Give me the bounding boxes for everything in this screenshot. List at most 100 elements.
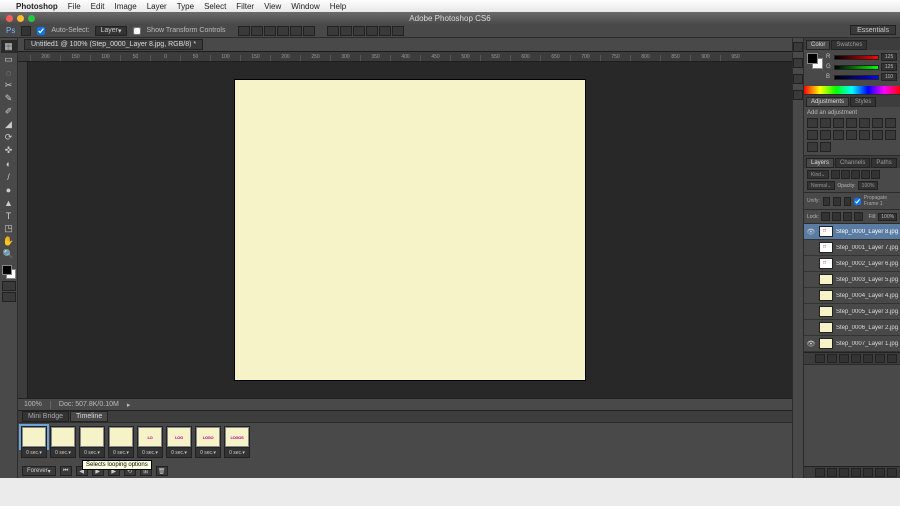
close-window-button[interactable] xyxy=(6,15,13,22)
timeline-frame[interactable]: LO0 sec.▾ xyxy=(137,426,163,458)
adjustment-icon[interactable] xyxy=(833,130,844,140)
ps-logo-icon[interactable]: Ps xyxy=(6,26,15,35)
tool-button[interactable]: ✂ xyxy=(1,79,17,92)
menu-select[interactable]: Select xyxy=(204,2,226,11)
menu-layer[interactable]: Layer xyxy=(147,2,167,11)
layer-thumbnail[interactable] xyxy=(819,274,833,285)
adjustment-icon[interactable] xyxy=(859,130,870,140)
dock-button[interactable] xyxy=(839,468,849,477)
adjustment-icon[interactable] xyxy=(820,130,831,140)
align-btn[interactable] xyxy=(290,26,302,36)
dist-btn[interactable] xyxy=(340,26,352,36)
g-value[interactable]: 125 xyxy=(881,63,897,71)
frame-duration[interactable]: 0 sec.▾ xyxy=(137,448,163,458)
frame-thumbnail[interactable]: LOG xyxy=(166,426,192,448)
zoom-level[interactable]: 100% xyxy=(24,401,42,408)
menu-app[interactable]: Photoshop xyxy=(16,2,58,11)
tool-button[interactable]: ⟳ xyxy=(1,131,17,144)
frame-thumbnail[interactable] xyxy=(50,426,76,448)
layer-thumbnail[interactable] xyxy=(819,226,833,237)
dist-btn[interactable] xyxy=(366,26,378,36)
tab-channels[interactable]: Channels xyxy=(835,158,870,168)
adjustment-icon[interactable] xyxy=(807,130,818,140)
tab-styles[interactable]: Styles xyxy=(850,97,876,107)
filter-btn[interactable] xyxy=(851,170,860,179)
layer-thumbnail[interactable] xyxy=(819,322,833,333)
link-layers-button[interactable] xyxy=(815,354,825,363)
color-spectrum[interactable] xyxy=(804,86,900,94)
layer-name[interactable]: Step_0003_Layer 5.jpg xyxy=(836,277,898,283)
dist-btn[interactable] xyxy=(392,26,404,36)
tool-button[interactable]: ◢ xyxy=(1,118,17,131)
visibility-toggle[interactable]: 👁 xyxy=(806,339,816,349)
frame-duration[interactable]: 0 sec.▾ xyxy=(50,448,76,458)
filter-btn[interactable] xyxy=(861,170,870,179)
tool-button[interactable]: ✋ xyxy=(1,235,17,248)
visibility-toggle[interactable] xyxy=(806,323,816,333)
color-swatches[interactable] xyxy=(2,265,16,279)
menu-type[interactable]: Type xyxy=(177,2,194,11)
dock-icon[interactable] xyxy=(793,74,803,84)
visibility-toggle[interactable] xyxy=(806,291,816,301)
adjustment-icon[interactable] xyxy=(846,130,857,140)
doc-size[interactable]: Doc: 507.8K/0.10M xyxy=(59,401,119,408)
adjustment-icon[interactable] xyxy=(807,142,818,152)
filter-btn[interactable] xyxy=(841,170,850,179)
frame-thumbnail[interactable] xyxy=(21,426,47,448)
tool-button[interactable]: ◌ xyxy=(1,66,17,79)
layer-filter-kind[interactable]: Kind ⌄ xyxy=(807,170,829,179)
layer-name[interactable]: Step_0002_Layer 6.jpg xyxy=(836,261,898,267)
adjustment-icon[interactable] xyxy=(846,118,857,128)
blend-mode-dropdown[interactable]: Normal ⌄ xyxy=(807,181,835,190)
layer-thumbnail[interactable] xyxy=(819,290,833,301)
r-slider[interactable] xyxy=(834,55,879,60)
lock-btn[interactable] xyxy=(854,212,863,221)
dist-btn[interactable] xyxy=(353,26,365,36)
visibility-toggle[interactable] xyxy=(806,275,816,285)
frame-thumbnail[interactable] xyxy=(79,426,105,448)
menu-window[interactable]: Window xyxy=(291,2,319,11)
align-btn[interactable] xyxy=(277,26,289,36)
first-frame-button[interactable]: ⏮ xyxy=(60,466,72,476)
layer-row[interactable]: Step_0001_Layer 7.jpg xyxy=(804,240,900,256)
layer-thumbnail[interactable] xyxy=(819,338,833,349)
layer-row[interactable]: 👁Step_0007_Layer 1.jpg xyxy=(804,336,900,352)
tool-button[interactable]: ◐ xyxy=(1,157,17,170)
b-value[interactable]: 110 xyxy=(881,73,897,81)
dist-btn[interactable] xyxy=(379,26,391,36)
timeline-frame[interactable]: LOGOS0 sec.▾ xyxy=(224,426,250,458)
b-slider[interactable] xyxy=(834,75,879,80)
lock-btn[interactable] xyxy=(832,212,841,221)
timeline-frame[interactable]: LOGO0 sec.▾ xyxy=(195,426,221,458)
dock-button[interactable] xyxy=(815,468,825,477)
layer-row[interactable]: 👁Step_0000_Layer 8.jpg xyxy=(804,224,900,240)
canvas-artboard[interactable] xyxy=(235,80,585,380)
frame-thumbnail[interactable]: LOGOS xyxy=(224,426,250,448)
layer-row[interactable]: Step_0003_Layer 5.jpg xyxy=(804,272,900,288)
lock-btn[interactable] xyxy=(843,212,852,221)
tab-color[interactable]: Color xyxy=(806,40,830,50)
menu-image[interactable]: Image xyxy=(114,2,136,11)
frame-thumbnail[interactable]: LOGO xyxy=(195,426,221,448)
adjustment-icon[interactable] xyxy=(833,118,844,128)
tab-paths[interactable]: Paths xyxy=(871,158,896,168)
adjustment-icon[interactable] xyxy=(885,118,896,128)
frame-duration[interactable]: 0 sec.▾ xyxy=(195,448,221,458)
color-swatch-pair[interactable] xyxy=(807,53,823,69)
layer-row[interactable]: Step_0002_Layer 6.jpg xyxy=(804,256,900,272)
adjustment-icon[interactable] xyxy=(820,142,831,152)
quick-mask-button[interactable] xyxy=(2,281,16,291)
auto-select-checkbox[interactable] xyxy=(37,27,45,35)
layer-name[interactable]: Step_0006_Layer 2.jpg xyxy=(836,325,898,331)
unify-visibility-button[interactable] xyxy=(833,197,840,206)
tool-button[interactable]: ✎ xyxy=(1,92,17,105)
auto-select-mode-dropdown[interactable]: Layer ▾ xyxy=(95,26,126,36)
visibility-toggle[interactable] xyxy=(806,243,816,253)
frame-duration[interactable]: 0 sec.▾ xyxy=(79,448,105,458)
frame-thumbnail[interactable]: LO xyxy=(137,426,163,448)
timeline-frame[interactable]: 0 sec.▾ xyxy=(50,426,76,458)
tab-layers[interactable]: Layers xyxy=(806,158,834,168)
filter-btn[interactable] xyxy=(831,170,840,179)
tool-button[interactable]: T xyxy=(1,209,17,222)
fill-field[interactable]: 100% xyxy=(878,213,897,221)
